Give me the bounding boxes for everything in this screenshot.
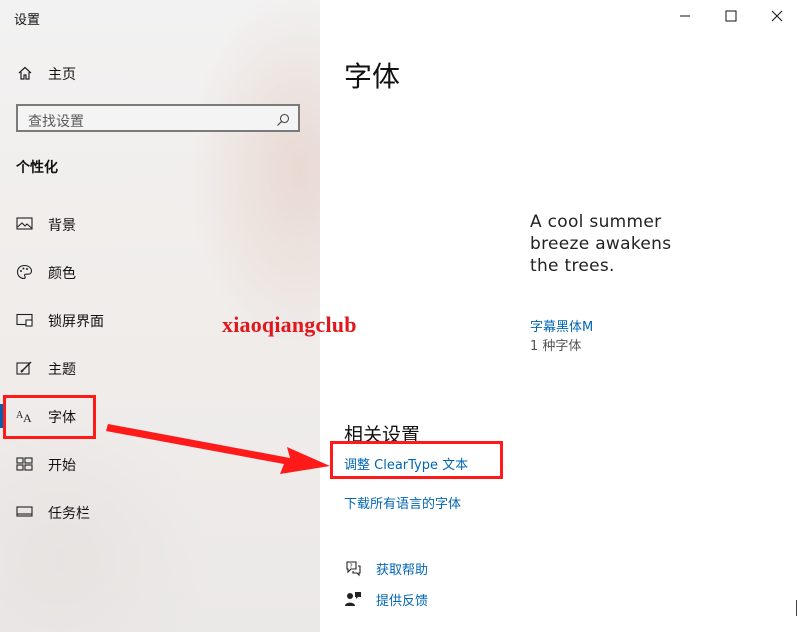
font-preview-line: breeze awakens: [530, 234, 672, 254]
sidebar-item-label: 开始: [48, 458, 76, 474]
lock-screen-icon: [16, 312, 33, 328]
close-icon: [754, 10, 800, 36]
maximize-button[interactable]: [708, 0, 754, 32]
picture-icon: [16, 216, 33, 232]
app-title: 设置: [14, 13, 41, 28]
get-help-link[interactable]: ? 获取帮助: [344, 557, 544, 579]
sidebar-item-label: 主页: [48, 67, 76, 83]
font-preview-line: the trees.: [530, 256, 615, 276]
home-icon: [17, 65, 33, 81]
highlight-box-cleartype: [330, 441, 503, 479]
main-content: 字体 A cool summer breeze awakens the tree…: [320, 0, 800, 632]
feedback-link[interactable]: 提供反馈: [344, 588, 544, 610]
palette-icon: [16, 264, 33, 280]
font-card[interactable]: A cool summer breeze awakens the trees.: [530, 211, 700, 277]
feedback-icon: [344, 590, 362, 608]
font-count: 1 种字体: [530, 339, 582, 354]
section-title: 个性化: [16, 160, 58, 176]
scrollbar[interactable]: [796, 600, 797, 616]
sidebar-item-start[interactable]: 开始: [0, 446, 320, 482]
get-help-label: 获取帮助: [376, 563, 429, 578]
minimize-icon: [662, 15, 708, 36]
svg-text:?: ?: [350, 563, 353, 570]
search-input[interactable]: 查找设置: [16, 104, 300, 132]
font-name-link[interactable]: 字幕黑体M: [530, 316, 593, 335]
watermark-text: xiaoqiangclub: [222, 312, 357, 337]
sidebar-item-label: 任务栏: [48, 506, 90, 522]
highlight-box-fonts: [3, 395, 96, 439]
help-chat-icon: ?: [344, 559, 362, 577]
sidebar-item-home[interactable]: 主页: [0, 58, 320, 88]
download-fonts-link[interactable]: 下载所有语言的字体: [344, 493, 461, 512]
sidebar-item-taskbar[interactable]: 任务栏: [0, 494, 320, 530]
search-placeholder: 查找设置: [28, 114, 84, 130]
search-icon[interactable]: [276, 112, 290, 126]
feedback-label: 提供反馈: [376, 594, 429, 609]
sidebar-item-label: 主题: [48, 362, 76, 378]
taskbar-icon: [16, 504, 33, 520]
close-button[interactable]: [754, 0, 800, 32]
sidebar-item-themes[interactable]: 主题: [0, 350, 320, 386]
sidebar-item-label: 背景: [48, 218, 76, 234]
sidebar-item-colors[interactable]: 颜色: [0, 254, 320, 290]
sidebar-item-background[interactable]: 背景: [0, 206, 320, 242]
font-preview-line: A cool summer: [530, 212, 662, 232]
theme-icon: [16, 360, 33, 376]
sidebar-item-label: 颜色: [48, 266, 76, 282]
sidebar-item-label: 锁屏界面: [48, 314, 104, 330]
maximize-icon: [708, 10, 754, 36]
minimize-button[interactable]: [662, 0, 708, 32]
page-title: 字体: [344, 60, 401, 93]
start-icon: [16, 456, 33, 472]
